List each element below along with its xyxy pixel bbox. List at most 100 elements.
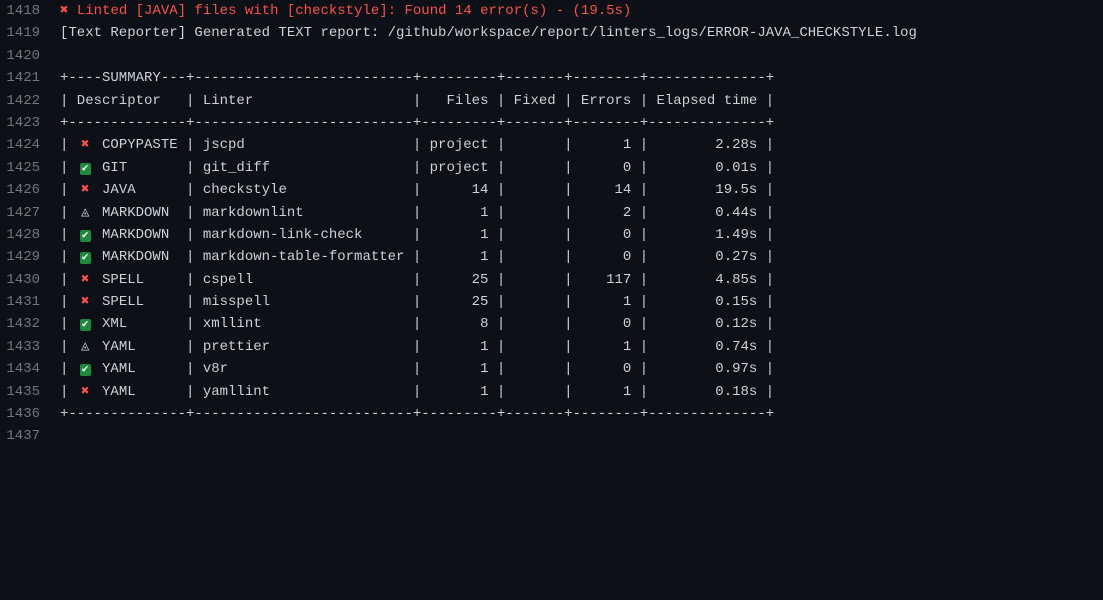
cell-time: 0.74s [648, 336, 757, 358]
cell-errors: 1 [573, 291, 632, 313]
cell-linter: jscpd [203, 134, 413, 156]
line-number: 1428 [0, 224, 60, 246]
line-content: +--------------+------------------------… [60, 403, 1103, 425]
cell-files: 25 [421, 269, 488, 291]
cell-errors: 1 [573, 381, 632, 403]
cell-descriptor: MARKDOWN [102, 246, 186, 268]
table-row: 1434| ✔ YAML| v8r|1 | |0 |0.97s | [0, 358, 1103, 380]
log-line: 1421+----SUMMARY---+--------------------… [0, 67, 1103, 89]
line-number: 1424 [0, 134, 60, 156]
table-row: 1432| ✔ XML| xmllint|8 | |0 |0.12s | [0, 313, 1103, 335]
log-line: 1418✖ Linted [JAVA] files with [checksty… [0, 0, 1103, 22]
cell-linter: markdown-table-formatter [203, 246, 413, 268]
warning-icon: ◬ [81, 339, 89, 355]
x-icon: ✖ [81, 384, 89, 400]
line-number: 1430 [0, 269, 60, 291]
cell-time: 0.15s [648, 291, 757, 313]
line-number: 1423 [0, 112, 60, 134]
line-number: 1419 [0, 22, 60, 44]
check-icon: ✔ [80, 364, 91, 376]
line-content: | ✖ JAVA| checkstyle|14 | |14 |19.5s | [60, 179, 1103, 201]
log-line: 1437 [0, 425, 1103, 447]
log-line: 1420 [0, 45, 1103, 67]
line-content: +----SUMMARY---+------------------------… [60, 67, 1103, 89]
line-number: 1422 [0, 90, 60, 112]
table-row: 1435| ✖ YAML| yamllint|1 | |1 |0.18s | [0, 381, 1103, 403]
cell-files: 8 [421, 313, 488, 335]
table-row: 1430| ✖ SPELL| cspell|25 | |117 |4.85s | [0, 269, 1103, 291]
table-row: 1431| ✖ SPELL| misspell|25 | |1 |0.15s | [0, 291, 1103, 313]
check-icon: ✔ [80, 319, 91, 331]
cell-descriptor: YAML [102, 381, 186, 403]
cell-linter: xmllint [203, 313, 413, 335]
cell-errors: 0 [573, 224, 632, 246]
log-line: 1423+--------------+--------------------… [0, 112, 1103, 134]
table-row: 1433| ◬ YAML| prettier|1 | |1 |0.74s | [0, 336, 1103, 358]
cell-descriptor: JAVA [102, 179, 186, 201]
cell-files: 1 [421, 381, 488, 403]
cell-time: 4.85s [648, 269, 757, 291]
line-number: 1435 [0, 381, 60, 403]
warning-icon: ◬ [81, 205, 89, 221]
cell-files: 1 [421, 202, 488, 224]
cell-time: 19.5s [648, 179, 757, 201]
cell-files: project [421, 134, 488, 156]
cell-descriptor: SPELL [102, 269, 186, 291]
cell-errors: 0 [573, 246, 632, 268]
cell-time: 0.97s [648, 358, 757, 380]
line-content: | ✔ MARKDOWN| markdown-table-formatter|1… [60, 246, 1103, 268]
cell-errors: 0 [573, 313, 632, 335]
line-content: | ✔ MARKDOWN| markdown-link-check|1 | |0… [60, 224, 1103, 246]
cell-time: 2.28s [648, 134, 757, 156]
cell-time: 0.18s [648, 381, 757, 403]
line-content: | ✔ YAML| v8r|1 | |0 |0.97s | [60, 358, 1103, 380]
line-content: | ✖ SPELL| misspell|25 | |1 |0.15s | [60, 291, 1103, 313]
line-content: | ◬ YAML| prettier|1 | |1 |0.74s | [60, 336, 1103, 358]
line-content: | Descriptor | Linter | Files | Fixed | … [60, 90, 1103, 112]
cell-linter: markdownlint [203, 202, 413, 224]
cell-time: 1.49s [648, 224, 757, 246]
line-content: | ✔ GIT| git_diff|project | |0 |0.01s | [60, 157, 1103, 179]
cell-descriptor: YAML [102, 358, 186, 380]
table-border-mid: +--------------+------------------------… [60, 115, 774, 131]
cell-linter: checkstyle [203, 179, 413, 201]
line-content: | ✖ YAML| yamllint|1 | |1 |0.18s | [60, 381, 1103, 403]
line-number: 1421 [0, 67, 60, 89]
cell-files: 14 [421, 179, 488, 201]
check-icon: ✔ [80, 163, 91, 175]
cell-errors: 14 [573, 179, 632, 201]
cell-descriptor: GIT [102, 157, 186, 179]
log-output: 1418✖ Linted [JAVA] files with [checksty… [0, 0, 1103, 448]
line-number: 1434 [0, 358, 60, 380]
cell-errors: 117 [573, 269, 632, 291]
cell-linter: markdown-link-check [203, 224, 413, 246]
line-number: 1425 [0, 157, 60, 179]
line-content: +--------------+------------------------… [60, 112, 1103, 134]
x-icon: ✖ [81, 294, 89, 310]
cell-files: 1 [421, 224, 488, 246]
check-icon: ✔ [80, 252, 91, 264]
cell-descriptor: SPELL [102, 291, 186, 313]
table-row: 1424| ✖ COPYPASTE| jscpd|project | |1 |2… [0, 134, 1103, 156]
cell-time: 0.27s [648, 246, 757, 268]
x-icon: ✖ [81, 182, 89, 198]
report-message: [Text Reporter] Generated TEXT report: /… [60, 25, 917, 41]
table-row: 1426| ✖ JAVA| checkstyle|14 | |14 |19.5s… [0, 179, 1103, 201]
cell-errors: 1 [573, 336, 632, 358]
line-number: 1427 [0, 202, 60, 224]
cell-files: 25 [421, 291, 488, 313]
cell-errors: 1 [573, 134, 632, 156]
line-content: | ✖ COPYPASTE| jscpd|project | |1 |2.28s… [60, 134, 1103, 156]
cell-files: 1 [421, 336, 488, 358]
cell-descriptor: XML [102, 313, 186, 335]
log-line: 1436+--------------+--------------------… [0, 403, 1103, 425]
error-message: Linted [JAVA] files with [checkstyle]: F… [68, 3, 631, 19]
cell-errors: 0 [573, 358, 632, 380]
line-content: | ✖ SPELL| cspell|25 | |117 |4.85s | [60, 269, 1103, 291]
cell-files: 1 [421, 358, 488, 380]
table-border-bottom: +--------------+------------------------… [60, 406, 774, 422]
cell-time: 0.44s [648, 202, 757, 224]
log-line: 1419[Text Reporter] Generated TEXT repor… [0, 22, 1103, 44]
table-row: 1425| ✔ GIT| git_diff|project | |0 |0.01… [0, 157, 1103, 179]
table-row: 1428| ✔ MARKDOWN| markdown-link-check|1 … [0, 224, 1103, 246]
